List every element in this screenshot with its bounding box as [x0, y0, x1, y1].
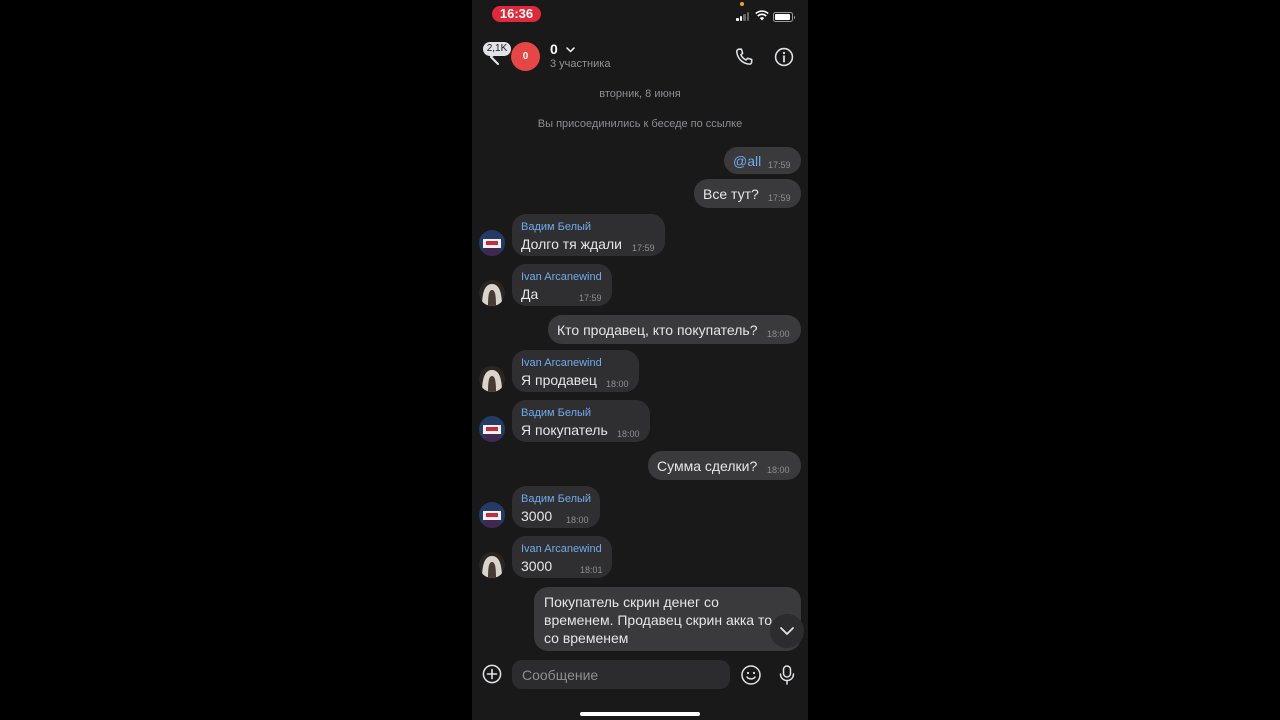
status-time: 16:36 [492, 6, 541, 22]
chat-title[interactable]: 0 [550, 41, 575, 57]
incoming-message[interactable]: Вадим Белый Я покупатель 18:00 [512, 400, 650, 442]
outgoing-message[interactable]: @all 17:59 [724, 147, 801, 174]
message-time: 17:59 [632, 243, 655, 253]
user-avatar-vadim[interactable] [479, 416, 505, 442]
incoming-message[interactable]: Ivan Arcanewind Да 17:59 [512, 264, 612, 306]
message-input[interactable] [512, 660, 730, 689]
message-time: 18:01 [580, 565, 603, 575]
message-time: 18:00 [617, 429, 640, 439]
emoji-icon[interactable] [740, 664, 762, 686]
message-author[interactable]: Ivan Arcanewind [521, 357, 602, 369]
battery-icon [773, 12, 795, 22]
message-author[interactable]: Ivan Arcanewind [521, 543, 602, 555]
user-avatar-ivan[interactable] [479, 552, 505, 578]
message-text-line: со временем [544, 630, 629, 646]
message-text: 3000 [521, 558, 553, 574]
message-text: Я продавец [521, 372, 597, 388]
user-avatar-ivan[interactable] [479, 280, 505, 306]
incoming-message[interactable]: Ivan Arcanewind Я продавец 18:00 [512, 350, 639, 392]
cellular-signal-icon [736, 11, 750, 21]
system-message: Вы присоединились к беседе по ссылке [537, 118, 743, 130]
message-text-line: временем. Продавец скрин акка то [544, 612, 773, 628]
message-time: 18:00 [767, 329, 790, 339]
message-author[interactable]: Вадим Белый [521, 221, 591, 233]
message-time: 18:00 [566, 515, 589, 525]
phone-screen: 16:36 2,1K 0 0 3 участника вторник, 8 ию… [472, 0, 808, 720]
scroll-down-icon[interactable] [770, 614, 804, 648]
message-time: 17:59 [579, 293, 602, 303]
message-time: 17:59 [768, 160, 791, 170]
message-text: Да [521, 286, 539, 302]
wifi-icon [755, 10, 769, 21]
user-avatar-vadim[interactable] [479, 230, 505, 256]
message-text: Я покупатель [521, 422, 608, 438]
privacy-indicator [740, 2, 744, 6]
message-author[interactable]: Вадим Белый [521, 493, 591, 505]
message-text: Все тут? [703, 186, 759, 202]
message-time: 18:00 [767, 465, 790, 475]
participants-count: 3 участника [550, 58, 611, 70]
chevron-down-icon [565, 47, 575, 53]
info-icon[interactable] [773, 46, 795, 68]
phone-icon[interactable] [733, 46, 755, 68]
plus-icon[interactable] [482, 664, 502, 684]
home-indicator[interactable] [580, 712, 700, 716]
message-time: 17:59 [768, 193, 791, 203]
chat-title-text: 0 [550, 41, 558, 57]
message-author[interactable]: Ivan Arcanewind [521, 271, 602, 283]
message-author[interactable]: Вадим Белый [521, 407, 591, 419]
outgoing-message[interactable]: Кто продавец, кто покупатель? 18:00 [548, 315, 801, 344]
outgoing-message[interactable]: Все тут? 17:59 [694, 179, 801, 208]
message-text: Долго тя ждали [521, 236, 622, 252]
unread-count-badge: 2,1K [483, 42, 511, 56]
message-text: Сумма сделки? [657, 458, 758, 474]
outgoing-message[interactable]: Сумма сделки? 18:00 [648, 451, 801, 480]
message-text: Кто продавец, кто покупатель? [557, 322, 758, 338]
incoming-message[interactable]: Вадим Белый Долго тя ждали 17:59 [512, 214, 665, 256]
incoming-message[interactable]: Вадим Белый 3000 18:00 [512, 486, 600, 528]
microphone-icon[interactable] [777, 664, 797, 686]
outgoing-message[interactable]: Покупатель скрин денег со временем. Прод… [534, 587, 801, 651]
message-text: @all [733, 153, 762, 169]
user-avatar-ivan[interactable] [479, 366, 505, 392]
date-separator: вторник, 8 июня [599, 88, 681, 100]
incoming-message[interactable]: Ivan Arcanewind 3000 18:01 [512, 536, 612, 578]
user-avatar-vadim[interactable] [479, 502, 505, 528]
message-text-line: Покупатель скрин денег со [544, 594, 719, 610]
chat-avatar[interactable]: 0 [511, 42, 540, 71]
message-time: 18:00 [606, 379, 629, 389]
message-text: 3000 [521, 508, 553, 524]
